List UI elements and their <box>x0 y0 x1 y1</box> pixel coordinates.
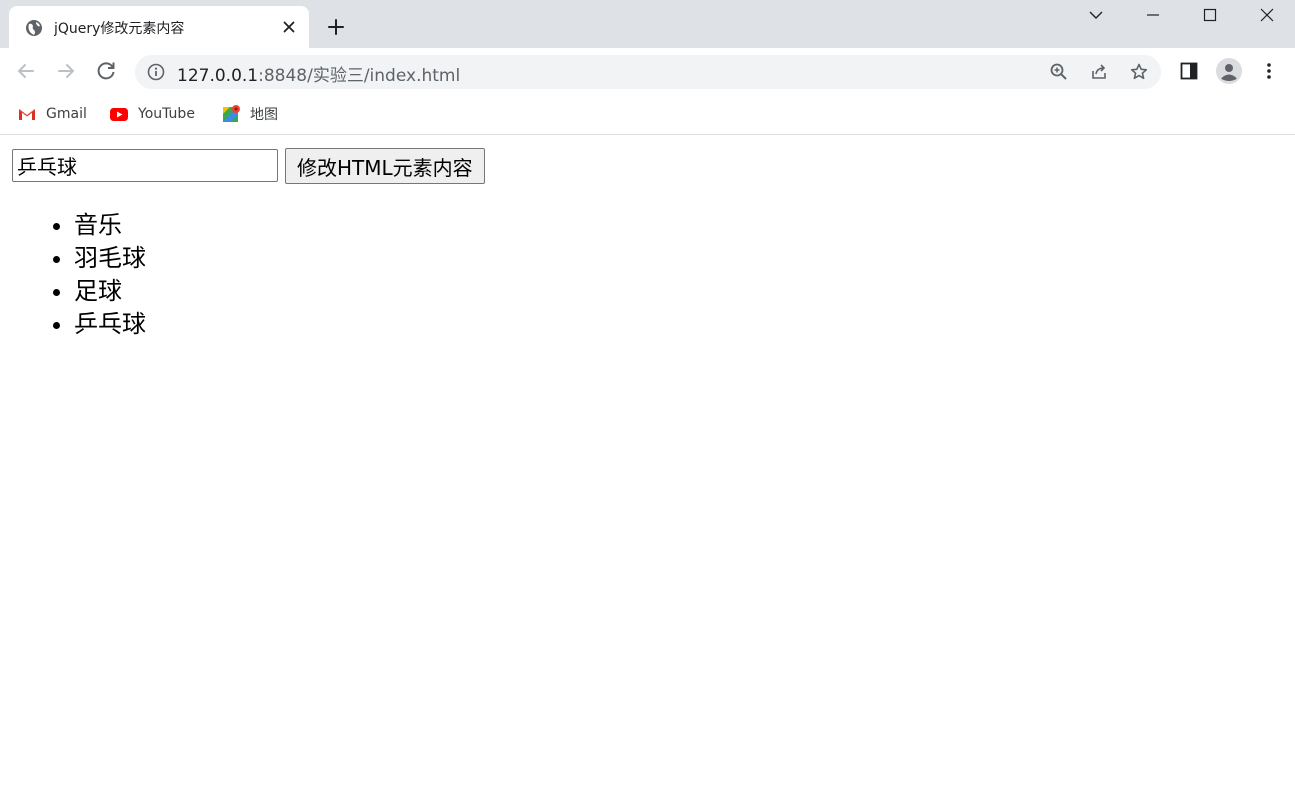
bookmark-label: 地图 <box>250 107 278 123</box>
list-item: 乒乓球 <box>74 308 146 341</box>
list-item: 音乐 <box>74 209 146 242</box>
info-icon[interactable] <box>147 63 165 81</box>
bookmark-label: YouTube <box>138 106 195 122</box>
zoom-icon[interactable] <box>1049 62 1069 82</box>
browser-window: jQuery修改元素内容 127.0.0.1:8848/实验三/index.ht… <box>0 0 1295 794</box>
bookmark-maps[interactable]: 地图 <box>221 102 278 126</box>
share-icon[interactable] <box>1089 62 1109 82</box>
youtube-icon <box>110 108 128 121</box>
globe-icon <box>26 20 42 36</box>
url-text[interactable]: 127.0.0.1:8848/实验三/index.html <box>177 61 460 86</box>
address-bar[interactable]: 127.0.0.1:8848/实验三/index.html <box>135 55 1161 89</box>
window-close-icon[interactable] <box>1256 4 1278 26</box>
content-input[interactable] <box>12 149 278 182</box>
maximize-icon[interactable] <box>1199 4 1221 26</box>
url-host: 127.0.0.1 <box>177 66 259 86</box>
maps-icon <box>223 105 240 122</box>
bookmark-star-icon[interactable] <box>1129 62 1149 82</box>
bookmarks-bar: Gmail YouTube 地图 <box>0 94 1295 135</box>
url-path: :8848/实验三/index.html <box>258 66 461 86</box>
toolbar: 127.0.0.1:8848/实验三/index.html <box>0 48 1295 94</box>
back-arrow-icon[interactable] <box>14 59 38 83</box>
tab-title: jQuery修改元素内容 <box>54 21 185 37</box>
page-content: 修改HTML元素内容 音乐 羽毛球 足球 乒乓球 <box>0 135 1295 794</box>
profile-avatar-icon[interactable] <box>1216 58 1242 84</box>
forward-arrow-icon[interactable] <box>54 59 78 83</box>
tab-active[interactable]: jQuery修改元素内容 <box>9 6 309 48</box>
hobby-list: 音乐 羽毛球 足球 乒乓球 <box>34 209 146 341</box>
list-item: 足球 <box>74 275 146 308</box>
gmail-icon <box>19 109 35 120</box>
side-panel-icon[interactable] <box>1178 60 1200 82</box>
bookmark-label: Gmail <box>46 106 87 122</box>
tab-strip: jQuery修改元素内容 <box>0 0 1295 48</box>
close-icon[interactable] <box>281 19 297 35</box>
modify-html-button[interactable]: 修改HTML元素内容 <box>285 148 485 184</box>
list-item: 羽毛球 <box>74 242 146 275</box>
tab-search-chevron-icon[interactable] <box>1085 4 1107 26</box>
menu-dots-icon[interactable] <box>1258 60 1280 82</box>
new-tab-icon[interactable] <box>326 17 346 37</box>
bookmark-youtube[interactable]: YouTube <box>109 102 195 126</box>
minimize-icon[interactable] <box>1142 4 1164 26</box>
reload-icon[interactable] <box>94 59 118 83</box>
bookmark-gmail[interactable]: Gmail <box>17 102 87 126</box>
